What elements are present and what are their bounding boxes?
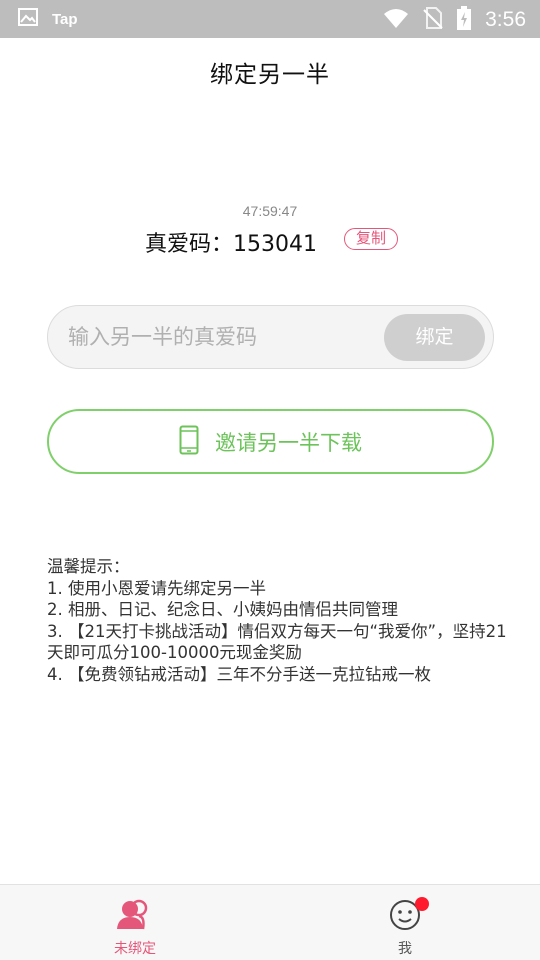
bind-code-field: 绑定 <box>47 305 494 369</box>
status-app-name: Tap <box>52 10 78 28</box>
copy-button[interactable]: 复制 <box>344 228 398 250</box>
wifi-icon <box>383 8 409 32</box>
invite-download-button[interactable]: 邀请另一半下载 <box>47 409 494 474</box>
tip-item: 2. 相册、日记、纪念日、小姨妈由情侣共同管理 <box>47 600 398 619</box>
love-code-text: 真爱码：153041 <box>145 232 317 257</box>
tip-item: 1. 使用小恩爱请先绑定另一半 <box>47 578 266 598</box>
page-title: 绑定另一半 <box>210 62 330 88</box>
nav-label-unbound: 未绑定 <box>114 941 156 957</box>
phone-icon <box>179 425 199 459</box>
tip-item: 4. 【免费领钻戒活动】三年不分手送一克拉钻戒一枚 <box>47 664 431 684</box>
tip-item: 3. 【21天打卡挑战活动】情侣双方每天一句“我爱你”，坚持21天即可瓜分100… <box>47 621 507 663</box>
battery-charging-icon <box>457 6 472 34</box>
partner-code-input[interactable] <box>68 306 378 368</box>
invite-label: 邀请另一半下载 <box>215 430 362 455</box>
no-sim-icon <box>423 7 443 33</box>
bind-button[interactable]: 绑定 <box>384 314 485 361</box>
notification-badge <box>415 897 429 911</box>
couple-icon <box>117 899 153 935</box>
nav-item-unbound[interactable]: 未绑定 <box>0 885 270 960</box>
status-bar: Tap 3:56 <box>0 0 540 38</box>
tips-section: 温馨提示： 1. 使用小恩爱请先绑定另一半 2. 相册、日记、纪念日、小姨妈由情… <box>47 556 507 685</box>
status-time: 3:56 <box>485 8 526 31</box>
bottom-nav: 未绑定 我 <box>0 884 540 960</box>
nav-label-me: 我 <box>398 941 412 957</box>
countdown-timer: 47:59:47 <box>242 203 298 219</box>
image-icon <box>18 8 38 30</box>
tips-title: 温馨提示： <box>47 557 130 576</box>
nav-item-me[interactable]: 我 <box>270 885 540 960</box>
